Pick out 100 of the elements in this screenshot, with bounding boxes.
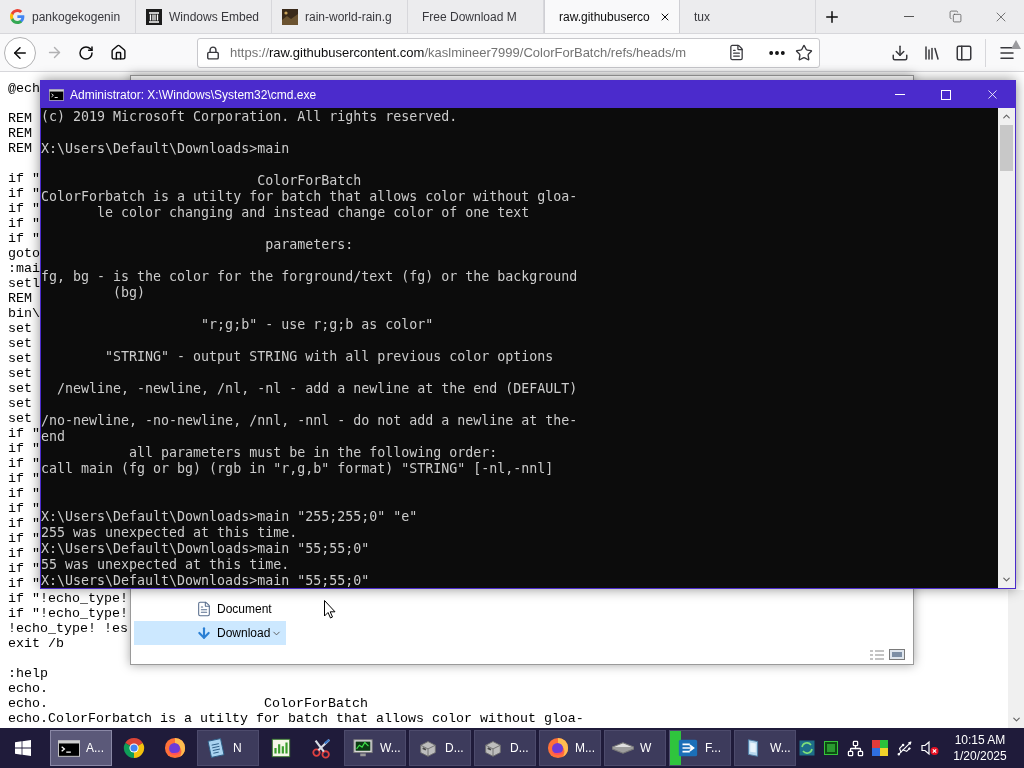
window-title: Administrator: X:\Windows\System32\cmd.exe	[70, 86, 317, 104]
terminal-icon	[49, 88, 64, 101]
scrollbar-thumb[interactable]	[1000, 125, 1013, 171]
console-line: parameters:	[264, 237, 354, 253]
taskbar-button[interactable]: W...	[344, 730, 406, 766]
browser-tab[interactable]: pankogekogenin	[0, 0, 136, 33]
volume-muted-icon[interactable]	[921, 740, 939, 756]
square-app-icon[interactable]	[824, 741, 838, 755]
g-logo-icon	[10, 9, 25, 24]
sidebar-icon	[955, 43, 973, 62]
page-icon[interactable]	[728, 44, 745, 61]
chevron-down-icon[interactable]	[1001, 574, 1012, 585]
console-line: 255 was unexpected at this time.	[41, 525, 298, 541]
browser-tab[interactable]: rain-world-rain.g	[272, 0, 408, 33]
code-line: setl	[8, 276, 40, 291]
star-icon[interactable]	[795, 43, 813, 62]
browser-tab[interactable]: Windows Embed	[136, 0, 272, 33]
code-line: echo. ColorForBatch	[8, 696, 368, 711]
network-icon[interactable]	[847, 739, 864, 757]
taskbar-button[interactable]: F...	[669, 730, 731, 766]
back-button[interactable]	[4, 36, 36, 69]
download-icon	[891, 43, 909, 62]
code-line: if "	[8, 171, 40, 186]
clock-time[interactable]: 10:15 AM	[954, 732, 1006, 748]
code-line: if "	[8, 231, 40, 246]
minimize-icon	[904, 16, 914, 17]
code-line: REM	[8, 111, 32, 126]
lock-icon	[206, 45, 220, 60]
nav-item[interactable]: Document	[134, 597, 286, 621]
maximize-icon	[941, 89, 951, 100]
code-line: :mai	[8, 261, 40, 276]
console-line: all parameters must be in the following order:	[128, 445, 498, 461]
code-line: bin\	[8, 306, 40, 321]
taskbar-button[interactable]: M...	[539, 730, 601, 766]
code-line: set	[8, 381, 32, 396]
taskbar-button[interactable]: N	[197, 730, 259, 766]
usb-icon[interactable]	[896, 739, 913, 757]
console-line: X:\Users\Default\Downloads>main	[41, 141, 290, 157]
code-line: REM	[8, 291, 32, 306]
sync-icon[interactable]	[799, 740, 815, 756]
image-thumbnail-icon	[282, 8, 298, 25]
browser-tab[interactable]: tux	[680, 0, 816, 33]
console-line: /no-newline, -no-newline, /nnl, -nnl - do not add a newline at the-	[41, 413, 578, 429]
code-line: if "!echo_type!	[8, 606, 128, 621]
console-line: fg, bg - is the color for the forground/text (fg) or the background	[41, 269, 578, 285]
monitor-icon	[352, 737, 374, 759]
taskbar-button[interactable]: W	[604, 730, 666, 766]
console-line: end	[41, 429, 66, 445]
code-line: if "	[8, 516, 40, 531]
code-line: if "	[8, 201, 40, 216]
taskbar-button[interactable]: W...	[734, 730, 796, 766]
console-line: 55 was unexpected at this time.	[41, 557, 290, 573]
taskbar-button[interactable]: D...	[409, 730, 471, 766]
taskbar-button[interactable]: A...	[50, 730, 112, 766]
code-line: if "	[8, 576, 40, 591]
code-line: goto	[8, 246, 40, 261]
mouse-pointer-icon	[324, 600, 336, 619]
nav-item[interactable]: Download	[134, 621, 286, 645]
code-line: exit /b	[8, 636, 64, 651]
browser-logo-icon	[547, 737, 569, 759]
reload-icon	[78, 44, 94, 61]
console-line: (bg)	[112, 285, 146, 301]
code-line: if "	[8, 441, 40, 456]
code-line: set	[8, 366, 32, 381]
code-line: set	[8, 411, 32, 426]
console-line: /newline, -newline, /nl, -nl - add a newline at the end (DEFAULT)	[56, 381, 578, 397]
code-line: if "	[8, 471, 40, 486]
console-line: X:\Users\Default\Downloads>main "55;55;0"	[41, 541, 370, 557]
code-line: set	[8, 321, 32, 336]
large-icons-view-icon[interactable]	[889, 649, 905, 660]
color-squares-icon[interactable]	[872, 740, 888, 756]
chart-icon	[270, 737, 292, 759]
console-line: "STRING" - output STRING with all previous color options	[104, 349, 554, 365]
restore-icon	[948, 10, 962, 23]
clock-date[interactable]: 1/20/2025	[953, 748, 1007, 764]
console-line: ColorForBatch	[256, 173, 362, 189]
console-line: X:\Users\Default\Downloads>main "255;255;0" "e"	[41, 509, 418, 525]
code-line: echo.ColorForbatch is a utilty for batch that allows color without gloa-	[8, 711, 584, 726]
code-line: if "	[8, 216, 40, 231]
url-field[interactable]: https://raw.githubusercontent.com/kaslmineer7999/ColorForBatch/refs/heads/m	[197, 37, 820, 68]
code-line: if "	[8, 426, 40, 441]
code-line: @ech	[8, 81, 40, 96]
code-line: echo.	[8, 681, 48, 696]
taskbar-button[interactable]: D...	[474, 730, 536, 766]
code-line: set	[8, 336, 32, 351]
chevron-down-icon[interactable]	[1010, 714, 1022, 725]
triangle-badge-icon	[1011, 39, 1021, 49]
browser-tab[interactable]: raw.githubuserco	[544, 0, 680, 33]
console-line: (c) 2019 Microsoft Corporation. All rights reserved.	[41, 109, 458, 125]
code-line: if "	[8, 456, 40, 471]
code-line: REM	[8, 126, 32, 141]
code-line: if "!echo_type!	[8, 591, 128, 606]
columns-icon	[146, 8, 162, 25]
window-logo-icon	[15, 740, 31, 756]
browser-logo-icon	[164, 737, 186, 759]
code-line: if "	[8, 486, 40, 501]
code-line: if "	[8, 501, 40, 516]
minimize-icon	[895, 94, 905, 95]
books-icon	[923, 43, 941, 62]
code-line: REM	[8, 141, 32, 156]
